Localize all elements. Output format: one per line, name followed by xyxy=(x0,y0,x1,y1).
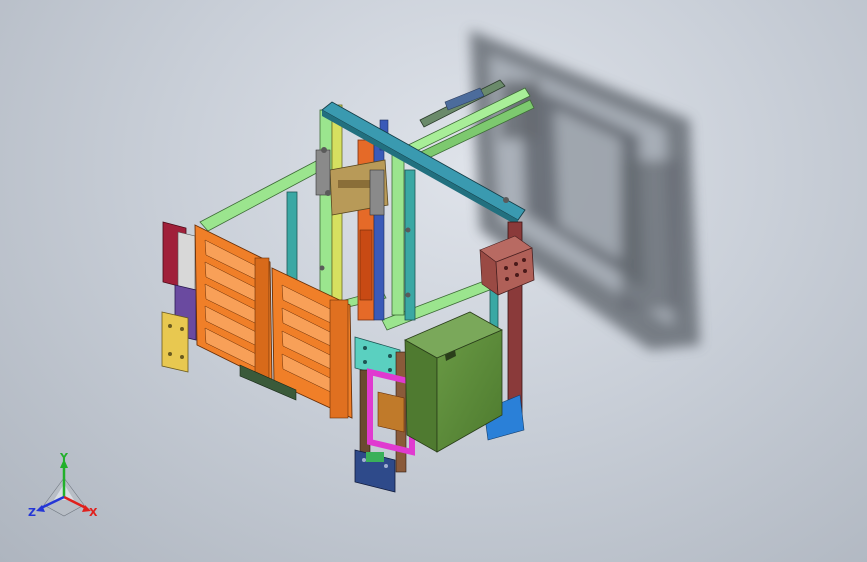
model-shadow xyxy=(470,30,700,350)
cad-viewport[interactable]: Y X Z xyxy=(0,0,867,562)
beam-top-left xyxy=(199,159,327,232)
coordinate-triad[interactable]: Y X Z xyxy=(28,451,98,519)
x-axis-label: X xyxy=(89,506,98,519)
column-center xyxy=(404,169,416,321)
carriage-bracket-right xyxy=(369,169,385,216)
plate-tan xyxy=(161,311,189,373)
z-axis-label: Z xyxy=(28,506,36,519)
y-axis-label: Y xyxy=(59,451,69,464)
front-assembly xyxy=(354,336,415,493)
column-center-2 xyxy=(391,149,405,316)
column-mid-left xyxy=(319,109,333,301)
left-side-plates xyxy=(161,221,197,373)
carriage-bracket-left xyxy=(315,149,331,196)
pallet-gripper-left xyxy=(194,224,273,383)
